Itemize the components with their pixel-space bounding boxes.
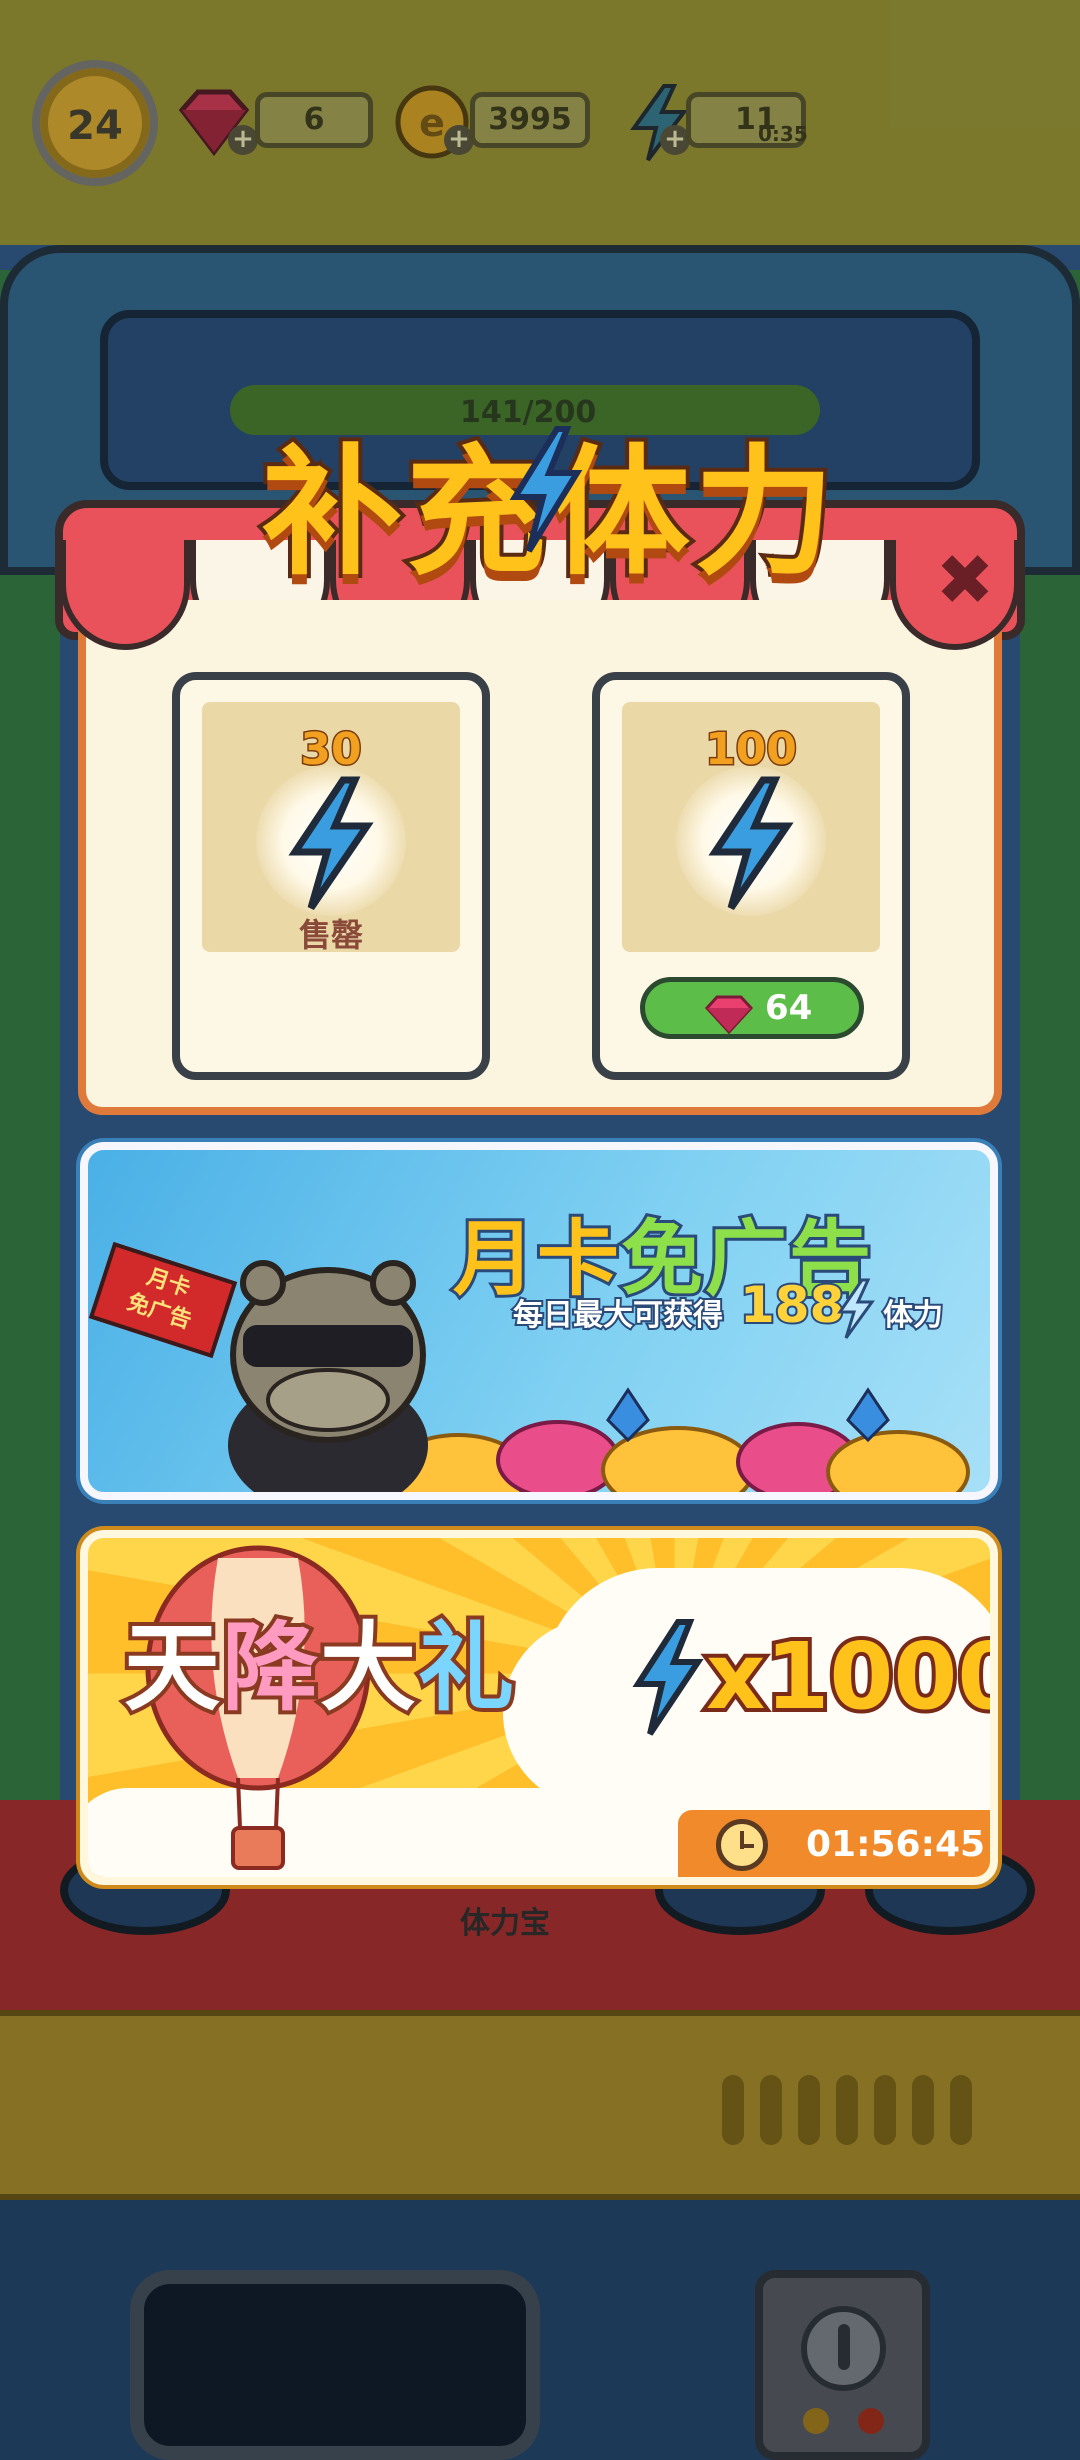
energy-bolt-icon [288,776,374,910]
title-energy-icon [509,426,583,553]
price-label: 64 [765,988,813,1028]
offer-card-inner: 100 [622,702,880,952]
sky-gift-title: 天降大礼 [120,1590,518,1729]
gift-countdown: 01:56:45 [678,1810,990,1877]
buy-with-gems-button[interactable]: 64 [640,977,864,1039]
close-button[interactable]: ✖ [925,540,1005,620]
monthly-card-energy-amount: 188 [738,1274,846,1336]
sky-gift-banner[interactable]: 天降大礼 x1000 01:56:45 [80,1530,998,1885]
sold-out-label: 售罄 [298,916,363,954]
sky-gift-title-1: 天 [120,1608,224,1728]
monthly-card-subtitle-a: 每日最大可获得 [511,1296,725,1335]
offer-card-inner: 30 售罄 [202,702,460,954]
monthly-card-subtitle-b: 体力 [881,1296,945,1335]
gift-countdown-text: 01:56:45 [806,1824,986,1865]
hippo-mascot-icon [228,1260,428,1492]
clock-icon [716,1819,768,1871]
offer-card-100[interactable]: 100 64 [592,672,910,1080]
gift-multiplier: x1000 [702,1619,998,1734]
offer-card-30[interactable]: 30 售罄 [172,672,490,1080]
energy-bolt-icon [632,1619,704,1736]
sky-gift-title-3: 大 [316,1608,420,1728]
energy-bolt-icon [708,776,794,910]
coins-and-gems-pile-icon [386,1387,970,1492]
monthly-card-banner[interactable]: 月卡 免广告 月卡免广告 每日最大可获得 188 体力 [80,1142,998,1500]
energy-bolt-icon [837,1278,875,1339]
sky-gift-title-4: 礼 [414,1608,518,1728]
sky-gift-title-2: 降 [218,1608,322,1728]
gem-icon [704,995,754,1034]
